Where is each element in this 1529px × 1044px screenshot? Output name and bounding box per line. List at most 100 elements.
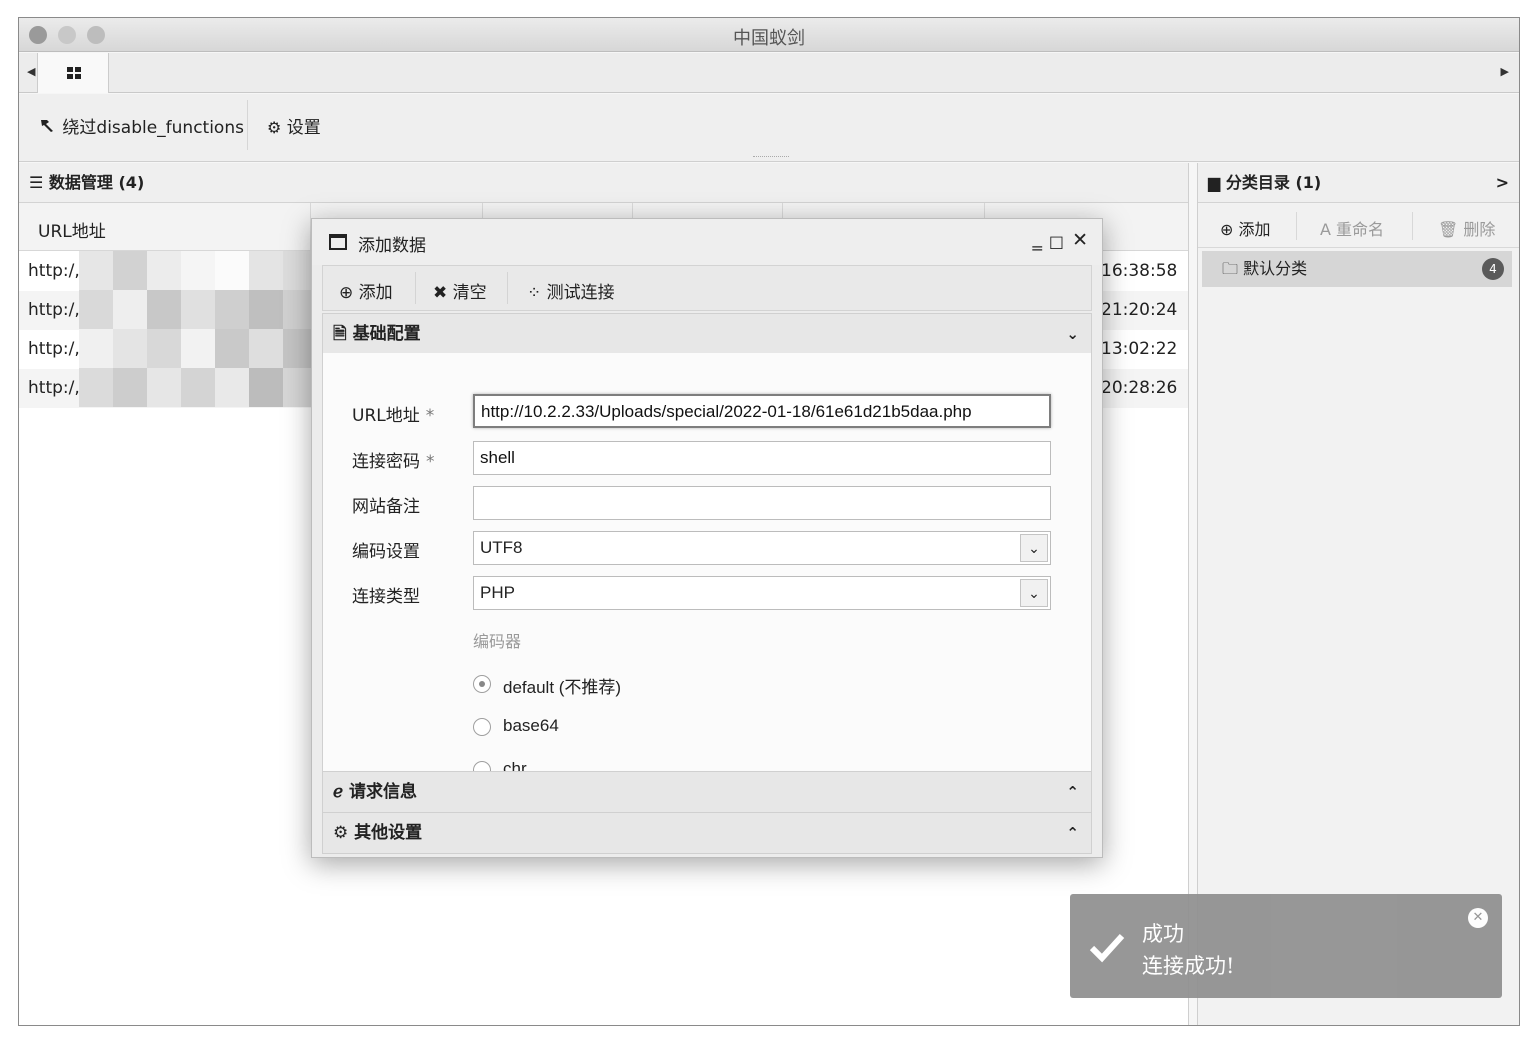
note-label: 网站备注 [352, 497, 420, 517]
other-settings-section-header[interactable]: ⚙ 其他设置 ⌃ [322, 812, 1092, 854]
maximize-dialog-icon[interactable]: □ [1049, 232, 1064, 251]
radio-button[interactable] [473, 718, 491, 736]
spinner-icon: ⁘ [527, 283, 542, 303]
font-icon: A [1320, 220, 1331, 239]
row-time: 21:20:24 [1101, 300, 1178, 320]
dialog-title-bar[interactable]: 添加数据 ‗ □ ✕ [312, 219, 1102, 265]
password-input[interactable]: shell [473, 441, 1051, 475]
url-input[interactable]: http://10.2.2.33/Uploads/special/2022-01… [473, 394, 1051, 428]
folder-open-icon: 🗀 [1222, 259, 1239, 278]
hammer-icon [39, 114, 57, 142]
gear-icon: ⚙ [267, 118, 282, 137]
add-label: 添加 [358, 283, 393, 303]
encoding-select[interactable]: UTF8 ⌄ [473, 531, 1051, 565]
url-label: URL地址 * [352, 406, 435, 426]
close-icon[interactable]: ✕ [1468, 908, 1488, 928]
category-count-badge: 4 [1482, 258, 1504, 280]
data-panel-title: 数据管理 (4) [48, 173, 145, 192]
test-connection-label: 测试连接 [546, 283, 615, 303]
column-url[interactable]: URL地址 [19, 203, 311, 251]
tab-scroll-right-icon[interactable]: ▶ [1501, 65, 1509, 78]
toolbar-divider [1412, 212, 1413, 240]
row-time: 13:02:22 [1101, 339, 1178, 359]
tab-home[interactable] [37, 53, 109, 93]
chevron-down-icon[interactable]: ⌄ [1020, 534, 1048, 562]
clear-label: 清空 [452, 283, 487, 303]
basic-config-body: URL地址 * http://10.2.2.33/Uploads/special/… [322, 353, 1092, 779]
check-icon [1089, 933, 1125, 963]
grid-icon [67, 67, 82, 79]
add-button[interactable]: ⊕ 添加 [339, 278, 393, 303]
settings-label: 设置 [286, 118, 321, 138]
dialog-toolbar: ⊕ 添加 ✖ 清空 ⁘ 测试连接 [322, 265, 1092, 311]
trash-icon: 🗑 [1438, 220, 1459, 239]
category-item-default[interactable]: 🗀 默认分类 4 [1202, 251, 1512, 287]
encoder-label: 编码器 [473, 632, 522, 651]
chevron-up-icon: ⌃ [1066, 783, 1079, 801]
row-url: http:/, [28, 339, 80, 359]
tab-scroll-left-icon[interactable]: ◀ [27, 65, 35, 78]
rename-category-button[interactable]: A 重命名 [1320, 216, 1384, 240]
collapse-panel-icon[interactable]: > [1496, 163, 1509, 203]
request-info-title: 请求信息 [348, 782, 417, 802]
close-icon[interactable]: ✕ [1072, 229, 1088, 251]
basic-config-title: 基础配置 [352, 324, 421, 344]
resize-handle[interactable] [753, 156, 789, 158]
window-title: 中国蚁剑 [733, 28, 805, 49]
bypass-disable-functions-button[interactable]: 绕过disable_functions [39, 114, 244, 142]
chevron-down-icon[interactable]: ⌄ [1020, 579, 1048, 607]
basic-config-section-header[interactable]: 🗎 基础配置 ⌄ [322, 313, 1092, 355]
connection-type-select[interactable]: PHP ⌄ [473, 576, 1051, 610]
data-panel-header: ☰ 数据管理 (4) [19, 163, 1188, 203]
clear-button[interactable]: ✖ 清空 [433, 278, 487, 303]
add-category-button[interactable]: ⊕ 添加 [1220, 216, 1271, 240]
radio-button[interactable] [473, 675, 491, 693]
toolbar-divider [415, 272, 416, 304]
list-icon: ☰ [29, 173, 44, 192]
toolbar-divider [247, 100, 248, 150]
delete-category-label: 删除 [1463, 220, 1496, 239]
row-url: http:/, [28, 261, 80, 281]
row-url: http:/, [28, 300, 80, 320]
redacted-area [79, 251, 319, 407]
encoding-label: 编码设置 [352, 542, 420, 562]
encoder-option-label: default (不推荐) [503, 678, 622, 697]
window-icon [329, 234, 347, 250]
category-toolbar: ⊕ 添加 A 重命名 🗑 删除 [1198, 204, 1519, 248]
plus-circle-icon: ⊕ [1220, 220, 1234, 239]
tab-strip: ◀ ▶ [19, 53, 1519, 93]
delete-category-button[interactable]: 🗑 删除 [1438, 216, 1495, 240]
column-url-label: URL地址 [38, 222, 106, 242]
main-toolbar: 绕过disable_functions ⚙ 设置 [19, 94, 1519, 162]
note-input[interactable] [473, 486, 1051, 520]
test-connection-button[interactable]: ⁘ 测试连接 [527, 278, 615, 303]
settings-button[interactable]: ⚙ 设置 [267, 114, 321, 142]
chevron-down-icon: ⌄ [1066, 325, 1079, 343]
title-bar: 中国蚁剑 [19, 18, 1519, 52]
password-label: 连接密码 * [352, 452, 435, 472]
other-settings-title: 其他设置 [354, 823, 423, 843]
row-url: http:/, [28, 378, 80, 398]
encoding-value: UTF8 [480, 538, 523, 557]
connection-type-value: PHP [480, 583, 515, 602]
chevron-up-icon: ⌃ [1066, 824, 1079, 842]
file-icon: 🗎 [333, 324, 347, 344]
toast-message: 连接成功! [1142, 954, 1235, 978]
add-category-label: 添加 [1238, 220, 1271, 239]
category-item-label: 默认分类 [1243, 259, 1308, 278]
bypass-label: 绕过disable_functions [62, 118, 244, 138]
folder-icon: ▆ [1208, 173, 1221, 192]
dialog-title: 添加数据 [358, 236, 426, 256]
ie-icon: ℯ [333, 782, 344, 802]
encoder-option-label: base64 [503, 716, 559, 735]
toolbar-divider [1296, 212, 1297, 240]
add-data-dialog: 添加数据 ‗ □ ✕ ⊕ 添加 ✖ 清空 ⁘ 测试连接 🗎 基础配置 ⌄ URL… [311, 218, 1103, 858]
rename-category-label: 重命名 [1336, 220, 1385, 239]
plus-circle-icon: ⊕ [339, 283, 354, 303]
minimize-dialog-icon[interactable]: ‗ [1033, 229, 1043, 251]
request-info-section-header[interactable]: ℯ 请求信息 ⌃ [322, 771, 1092, 813]
row-time: 20:28:26 [1101, 378, 1178, 398]
app-window: 中国蚁剑 ◀ ▶ 绕过disable_functions ⚙ 设置 ☰ 数据管理… [18, 17, 1520, 1026]
category-panel-title: 分类目录 (1) [1225, 173, 1322, 192]
toast-title: 成功 [1142, 922, 1184, 946]
